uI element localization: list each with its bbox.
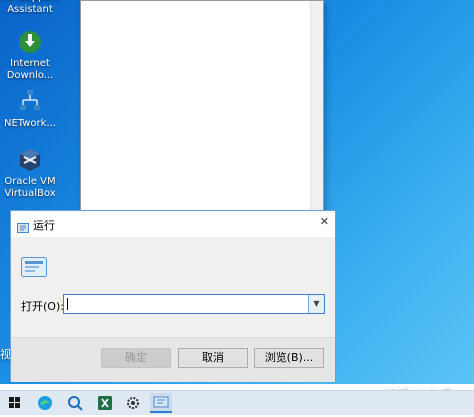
desktop: FIP Support Assistant Internet Downlo...…: [0, 0, 474, 384]
ok-button[interactable]: 确定: [101, 348, 171, 368]
desktop-icon-virtualbox[interactable]: Oracle VM VirtualBox: [0, 146, 60, 200]
run-taskbar-icon[interactable]: [150, 393, 172, 413]
desktop-icon-fip-support[interactable]: FIP Support Assistant: [0, 0, 60, 16]
run-icon: [17, 218, 29, 237]
browse-button[interactable]: 浏览(B)...: [254, 348, 324, 368]
settings-icon[interactable]: [122, 393, 144, 413]
open-label: 打开(O):: [21, 300, 64, 313]
cancel-button[interactable]: 取消: [178, 348, 248, 368]
dialog-titlebar[interactable]: 运行 ✕: [11, 211, 335, 237]
desktop-partial-label: 视: [0, 348, 11, 361]
close-icon[interactable]: ✕: [320, 215, 329, 228]
text-caret: [67, 298, 68, 310]
virtualbox-icon: [16, 146, 44, 174]
desktop-icon-internet-download[interactable]: Internet Downlo...: [0, 28, 60, 82]
edge-icon[interactable]: [34, 393, 56, 413]
command-input[interactable]: ▼: [63, 294, 325, 314]
internet-download-manager-icon: [16, 28, 44, 56]
desktop-icon-network[interactable]: NETwork...: [0, 88, 60, 130]
dropdown-arrow-icon[interactable]: ▼: [308, 295, 324, 313]
search-icon[interactable]: [64, 393, 86, 413]
dialog-footer: 确定 取消 浏览(B)...: [11, 337, 335, 382]
desktop-icon-label: FIP Support Assistant: [1, 0, 58, 15]
desktop-icon-label: Internet Downlo...: [6, 58, 54, 81]
desktop-icon-label: Oracle VM VirtualBox: [4, 176, 56, 199]
run-program-icon: [21, 257, 47, 281]
dialog-title: 运行: [33, 219, 55, 232]
desktop-icon-label: NETwork...: [4, 118, 56, 129]
windows-start-icon[interactable]: [4, 393, 26, 413]
network-icon: [16, 88, 44, 116]
run-dialog: 运行 ✕ 打开(O): ▼ 确定 取消 浏览(B)...: [10, 210, 336, 382]
taskbar: [0, 390, 474, 415]
excel-icon[interactable]: [94, 393, 116, 413]
